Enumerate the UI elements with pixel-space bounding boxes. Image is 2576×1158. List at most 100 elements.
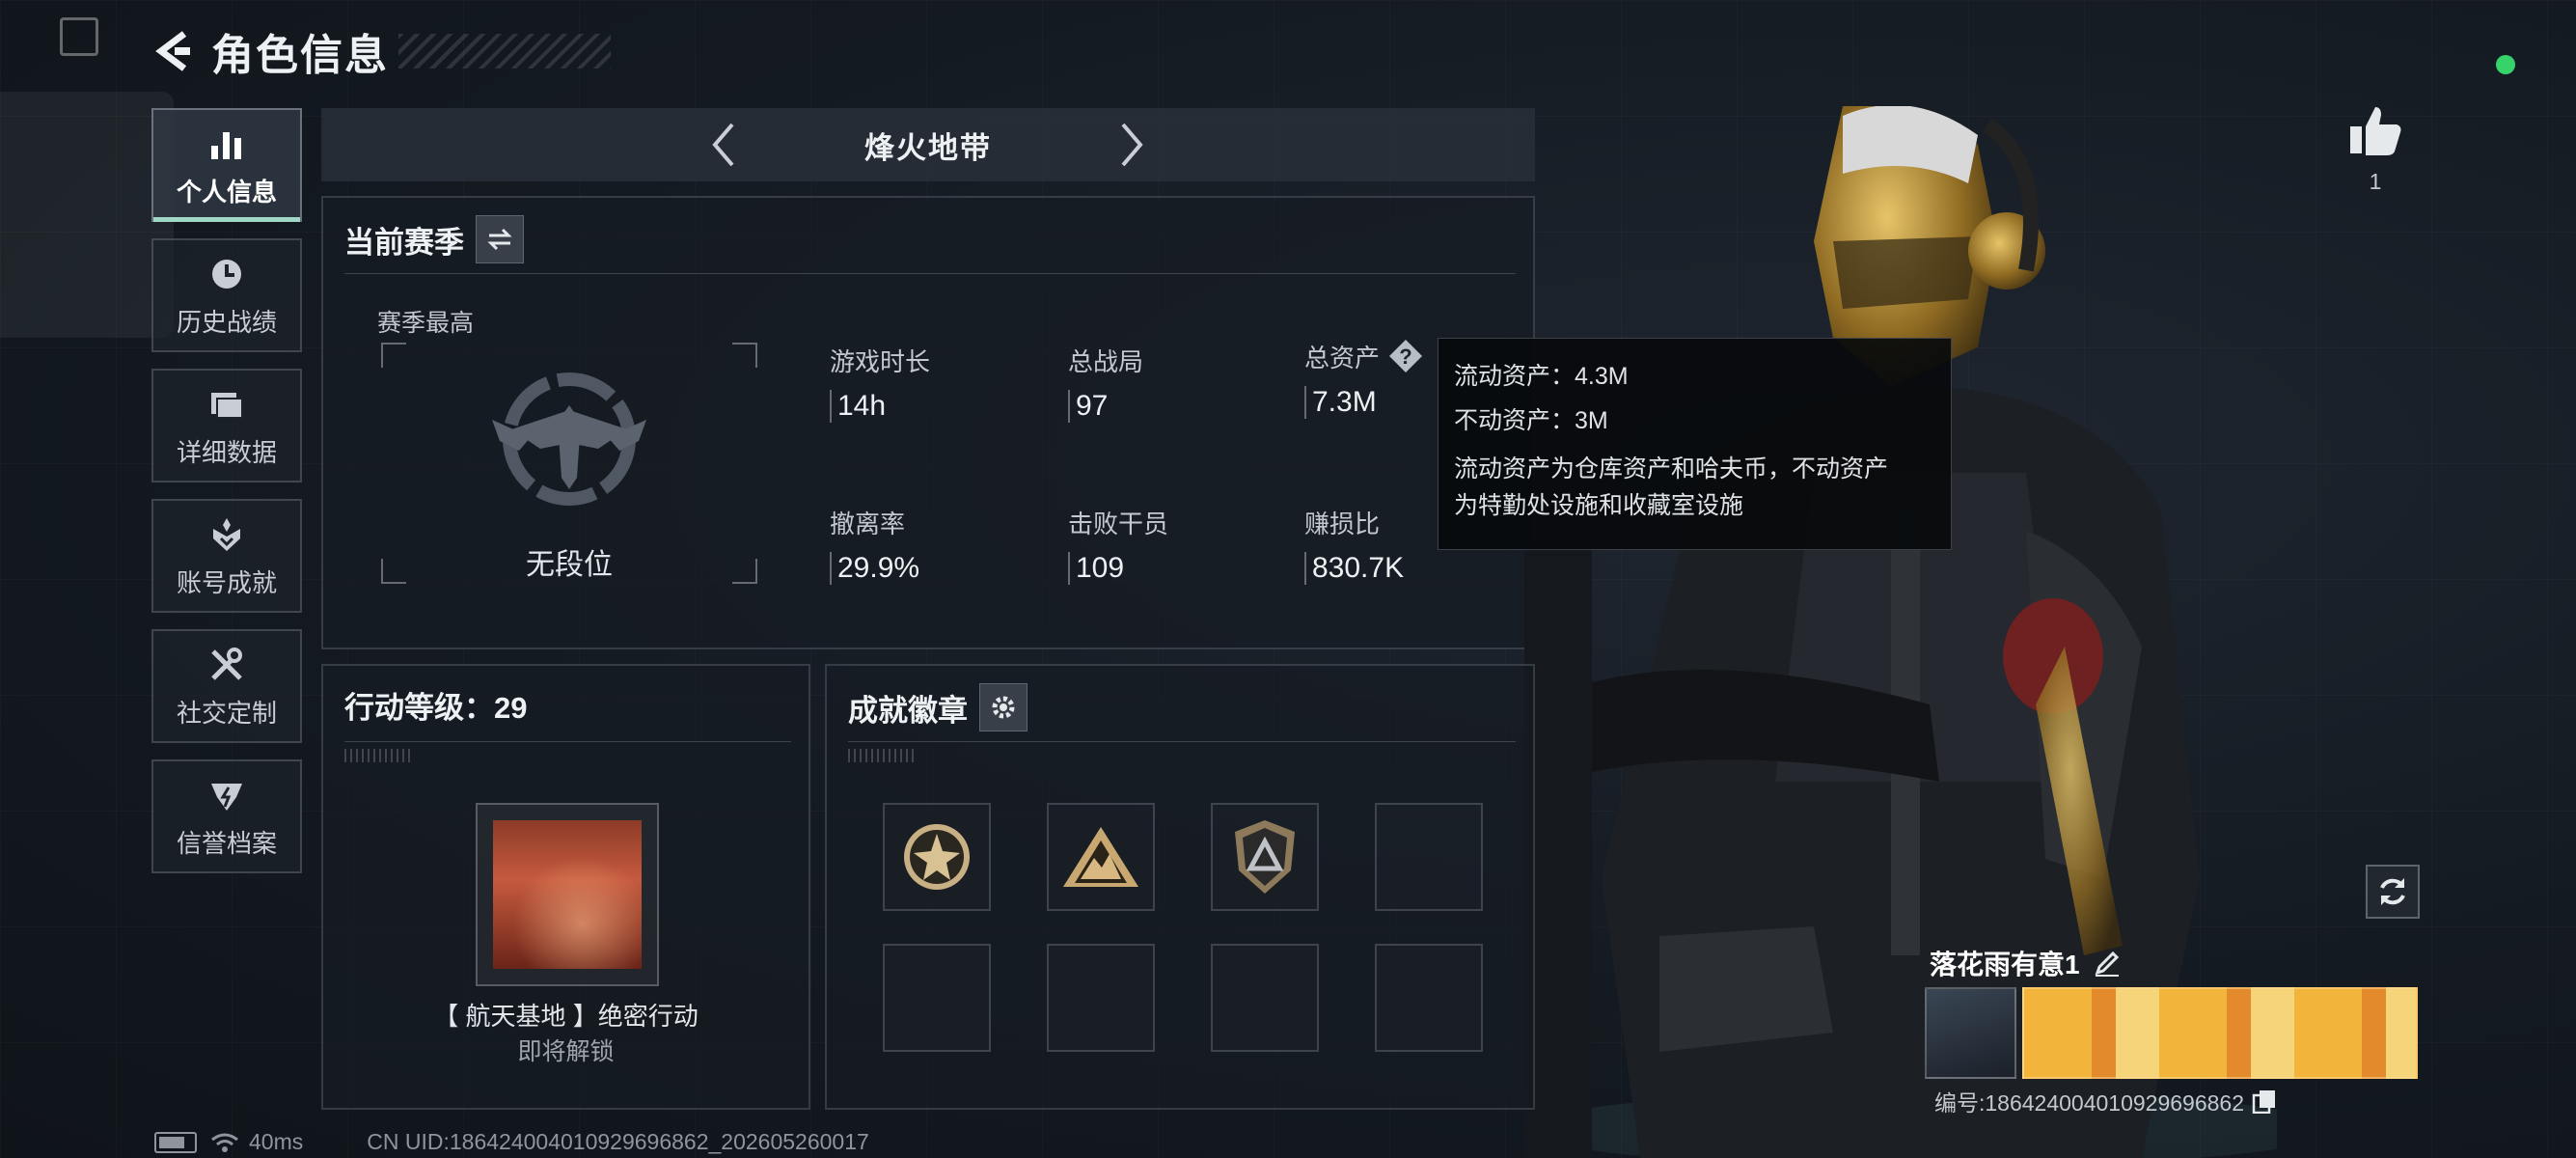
badge-slot[interactable]: [1047, 803, 1155, 911]
badge-slot[interactable]: [883, 803, 991, 911]
status-footer: 40ms CN UID:18642400401092969686​2_20260…: [154, 1129, 869, 1155]
battery-icon: [154, 1131, 197, 1153]
online-status-dot: [2496, 55, 2515, 74]
sidebar-item-label: 详细数据: [176, 437, 277, 467]
shield-badge-icon: [1235, 820, 1295, 894]
star-badge-icon: [904, 824, 970, 890]
stat-label: 总资产: [1304, 343, 1381, 372]
badge-slot-empty[interactable]: [1211, 944, 1319, 1052]
stat-value: 7.3M: [1304, 386, 1424, 419]
side-glow: [0, 92, 174, 338]
switch-season-button[interactable]: [476, 215, 524, 263]
sidebar-item-details[interactable]: 详细数据: [151, 369, 302, 482]
divider: [848, 741, 1516, 742]
rank-name: 无段位: [526, 549, 613, 581]
mission-image: [493, 820, 642, 969]
player-name-row: 落花雨有意1: [1930, 944, 2123, 982]
stat-label: 总战局: [1068, 347, 1144, 376]
sidebar-item-label: 历史战绩: [176, 307, 277, 337]
badge-slot-empty[interactable]: [1375, 944, 1483, 1052]
player-name: 落花雨有意1: [1930, 950, 2080, 979]
stat-label: 击败干员: [1068, 510, 1169, 538]
thumbs-up-icon[interactable]: [2346, 101, 2404, 159]
decoration: [344, 749, 412, 762]
sidebar-item-social[interactable]: 社交定制: [151, 629, 302, 743]
player-banner[interactable]: [2022, 987, 2418, 1079]
stat-value: 29.9%: [830, 552, 919, 585]
latency: 40ms: [249, 1129, 304, 1154]
season-best-label: 赛季最高: [377, 310, 475, 337]
next-mode-button[interactable]: [1112, 123, 1151, 167]
assets-tooltip: 流动资产：4.3M 不动资产：3M 流动资产为仓库资产和哈夫币，不动资产 为特勤…: [1438, 338, 1952, 550]
stat-label: 撤离率: [830, 510, 906, 538]
sidebar-item-label: 账号成就: [176, 567, 277, 597]
action-level-panel: 行动等级：29 【 航天基地 】绝密行动 即将解锁: [321, 664, 810, 1110]
sidebar-item-label: 个人信息: [176, 177, 277, 207]
stat-value: 97: [1068, 390, 1143, 423]
gear-icon: [992, 696, 1015, 719]
stat-total-matches: 总战局 97: [1068, 343, 1143, 423]
badge-slot-empty[interactable]: [1047, 944, 1155, 1052]
refresh-button[interactable]: [2366, 865, 2420, 919]
season-panel: 当前赛季 赛季最高 无段位 游戏时长 14h 总战局 97 总资产 ? 7.3M…: [321, 196, 1535, 649]
decoration: [848, 749, 916, 762]
badge-slot-empty[interactable]: [1375, 803, 1483, 911]
tooltip-desc-line-1: 流动资产为仓库资产和哈夫币，不动资产: [1454, 455, 1889, 482]
wifi-icon: [211, 1133, 238, 1152]
stat-profit-ratio: 赚损比 830.7K: [1304, 505, 1404, 585]
stat-kills: 击败干员 109: [1068, 505, 1168, 585]
tooltip-fixed-assets: 不动资产：3M: [1454, 407, 1608, 434]
stat-label: 赚损比: [1304, 510, 1381, 538]
chevron-right-icon: [1121, 123, 1143, 167]
help-icon[interactable]: ?: [1387, 338, 1424, 374]
badge-slot[interactable]: [1211, 803, 1319, 911]
mission-name: 【 航天基地 】绝密行动: [433, 1002, 699, 1031]
badge-settings-button[interactable]: [979, 683, 1028, 731]
sidebar-item-history[interactable]: 历史战绩: [151, 238, 302, 352]
tools-icon: [206, 644, 248, 686]
stat-value: 109: [1068, 552, 1168, 585]
history-icon: [206, 253, 248, 295]
achievement-panel: 成就徽章: [825, 664, 1535, 1110]
edit-icon[interactable]: [2092, 948, 2123, 979]
sidebar-item-personal-info[interactable]: 个人信息: [151, 108, 302, 222]
action-level-title: 行动等级：29: [344, 691, 528, 725]
badge-slot-empty[interactable]: [883, 944, 991, 1052]
sidebar-item-credit[interactable]: 信誉档案: [151, 759, 302, 873]
divider: [344, 741, 791, 742]
sidebar-item-label: 信誉档案: [176, 828, 277, 858]
stat-label: 游戏时长: [830, 347, 931, 376]
menu-grid-icon[interactable]: [60, 17, 98, 56]
sidebar-item-achievements[interactable]: 账号成就: [151, 499, 302, 613]
stat-value: 830.7K: [1304, 552, 1404, 585]
rank-frame: 无段位: [381, 343, 757, 584]
rank-emblem-icon: [492, 372, 646, 506]
back-button[interactable]: [150, 26, 200, 76]
title-decoration: [398, 34, 611, 69]
stat-extract-rate: 撤离率 29.9%: [830, 505, 919, 585]
bar-chart-icon: [206, 123, 248, 165]
stat-value: 14h: [830, 390, 930, 423]
folder-icon: [206, 383, 248, 426]
uid-text: CN UID:18642400401092969686​2_2026052600…: [367, 1129, 869, 1154]
header: 角色信息: [150, 21, 611, 81]
stat-total-assets: 总资产 ? 7.3M: [1304, 338, 1424, 419]
player-id-row: 编号:18642400401092969686​2: [1934, 1085, 2277, 1117]
season-title: 当前赛季: [344, 225, 464, 260]
mission-thumbnail[interactable]: [476, 803, 659, 986]
like-count: 1: [2369, 169, 2382, 194]
copy-icon[interactable]: [2252, 1089, 2277, 1114]
mode-title: 烽火地带: [864, 130, 992, 165]
svg-text:?: ?: [1399, 345, 1411, 369]
achievement-title: 成就徽章: [848, 693, 968, 728]
mountain-badge-icon: [1063, 827, 1138, 887]
tooltip-liquid-assets: 流动资产：4.3M: [1454, 363, 1629, 390]
avatar[interactable]: [1925, 987, 2016, 1079]
stat-play-time: 游戏时长 14h: [830, 343, 930, 423]
prev-mode-button[interactable]: [704, 123, 743, 167]
swap-icon: [487, 228, 512, 251]
sidebar: 个人信息 历史战绩 详细数据 账号成就 社交定制 信誉档案: [151, 108, 302, 890]
sidebar-item-label: 社交定制: [176, 698, 277, 728]
refresh-icon: [2380, 878, 2405, 905]
page-title: 角色信息: [211, 32, 389, 79]
